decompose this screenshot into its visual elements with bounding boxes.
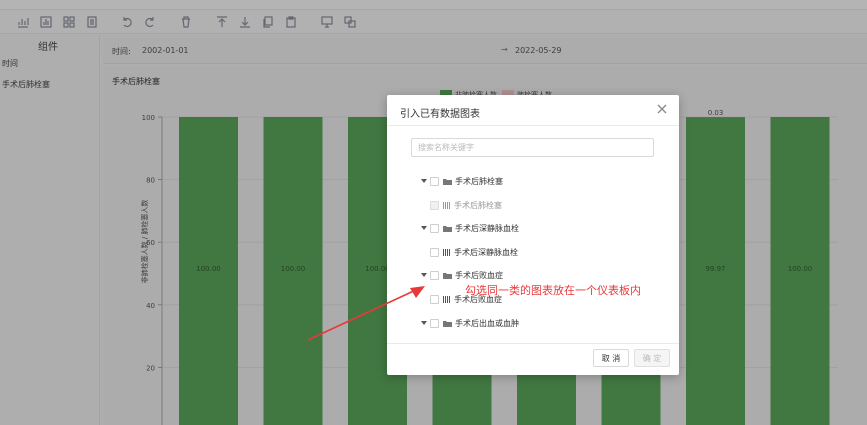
checkbox-disabled	[430, 200, 439, 210]
dialog-divider	[387, 125, 679, 126]
checkbox[interactable]	[430, 270, 439, 280]
tree-leaf-label: 手术后深静脉血栓	[454, 247, 518, 257]
tree-leaf-label: 手术后肺栓塞	[454, 200, 502, 210]
checkbox[interactable]	[430, 223, 439, 233]
tree-group-3[interactable]: 手术后败血症	[421, 269, 503, 281]
tree-group-4[interactable]: 手术后出血或血肿	[421, 317, 519, 329]
dialog-title: 引入已有数据图表	[400, 109, 480, 120]
chart-bars-icon	[443, 295, 451, 303]
annotation-text: 勾选同一类的图表放在一个仪表板内	[465, 284, 641, 297]
folder-icon	[443, 320, 452, 327]
dialog-footer-divider	[387, 343, 679, 344]
caret-down-icon[interactable]	[421, 269, 427, 281]
folder-icon	[443, 178, 452, 185]
chart-bars-icon	[443, 201, 451, 209]
tree-group-label: 手术后出血或血肿	[455, 318, 519, 328]
close-icon[interactable]	[657, 104, 669, 116]
caret-down-icon[interactable]	[421, 222, 427, 234]
tree-group-label: 手术后深静脉血栓	[455, 223, 519, 233]
tree-leaf-1: 手术后肺栓塞	[430, 199, 502, 211]
confirm-button[interactable]: 确 定	[634, 349, 670, 367]
tree-group-label: 手术后败血症	[455, 270, 503, 280]
caret-down-icon[interactable]	[421, 175, 427, 187]
folder-icon	[443, 272, 452, 279]
checkbox[interactable]	[430, 294, 439, 304]
cancel-button[interactable]: 取 消	[593, 349, 629, 367]
tree-group-1[interactable]: 手术后肺栓塞	[421, 175, 503, 187]
tree-group-2[interactable]: 手术后深静脉血栓	[421, 222, 519, 234]
checkbox[interactable]	[430, 318, 439, 328]
checkbox[interactable]	[430, 247, 439, 257]
folder-icon	[443, 225, 452, 232]
chart-bars-icon	[443, 248, 451, 256]
import-chart-dialog: 引入已有数据图表 手术后肺栓塞 手术后肺栓塞 手术后深静脉血栓 手术后深静脉血栓…	[387, 95, 679, 375]
caret-down-icon[interactable]	[421, 317, 427, 329]
tree-group-label: 手术后肺栓塞	[455, 176, 503, 186]
tree-leaf-2[interactable]: 手术后深静脉血栓	[430, 246, 518, 258]
search-input[interactable]	[411, 138, 654, 157]
checkbox[interactable]	[430, 176, 439, 186]
